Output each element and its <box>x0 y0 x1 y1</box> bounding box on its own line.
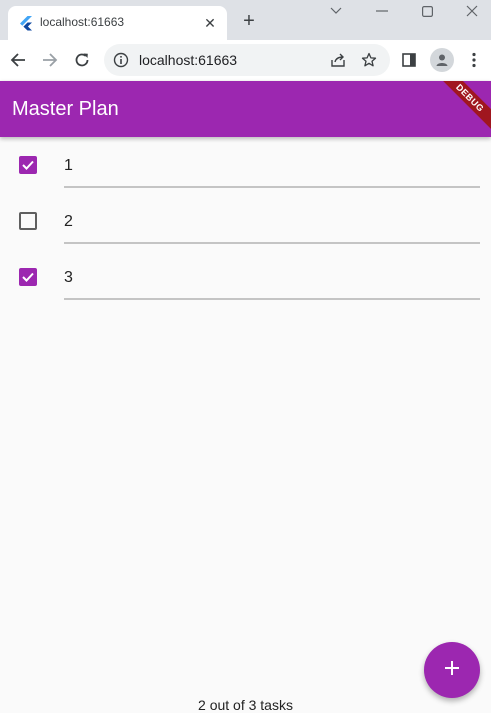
arrow-forward-icon[interactable] <box>38 48 62 72</box>
task-checkbox[interactable] <box>19 268 37 286</box>
browser-tab-strip: localhost:61663 ✕ + <box>0 0 491 40</box>
reload-icon[interactable] <box>70 48 94 72</box>
info-icon[interactable] <box>113 52 129 68</box>
star-icon[interactable] <box>360 51 378 69</box>
task-checkbox[interactable] <box>19 212 37 230</box>
url-text: localhost:61663 <box>139 52 238 68</box>
task-text-field[interactable]: 2 <box>64 198 480 244</box>
more-vert-icon[interactable] <box>462 48 486 72</box>
list-item: 3 <box>0 268 491 324</box>
task-text-field[interactable]: 3 <box>64 254 480 300</box>
task-text: 2 <box>64 213 73 230</box>
maximize-icon[interactable] <box>404 0 450 22</box>
tab-close-icon[interactable]: ✕ <box>201 14 219 32</box>
address-bar[interactable]: localhost:61663 <box>104 44 390 76</box>
plus-icon <box>444 660 460 681</box>
page-title: Master Plan <box>12 98 119 120</box>
task-text: 3 <box>64 269 73 286</box>
task-text-field[interactable]: 1 <box>64 142 480 188</box>
app-bar: Master Plan DEBUG <box>0 81 491 137</box>
task-checkbox[interactable] <box>19 156 37 174</box>
arrow-back-icon[interactable] <box>6 48 30 72</box>
minimize-icon[interactable] <box>359 0 405 22</box>
new-tab-button[interactable]: + <box>238 10 260 32</box>
profile-icon[interactable] <box>430 48 454 72</box>
side-panel-icon[interactable] <box>397 48 421 72</box>
browser-toolbar: localhost:61663 <box>0 40 491 80</box>
flutter-icon <box>18 15 34 31</box>
share-icon[interactable] <box>329 51 347 69</box>
debug-banner: DEBUG <box>433 81 491 135</box>
browser-tab[interactable]: localhost:61663 ✕ <box>8 6 227 40</box>
chevron-down-icon[interactable] <box>313 0 359 22</box>
tab-title: localhost:61663 <box>40 15 125 29</box>
task-text: 1 <box>64 157 73 174</box>
add-task-button[interactable] <box>424 642 480 698</box>
task-count-footer: 2 out of 3 tasks <box>198 697 293 713</box>
close-icon[interactable] <box>449 0 491 22</box>
